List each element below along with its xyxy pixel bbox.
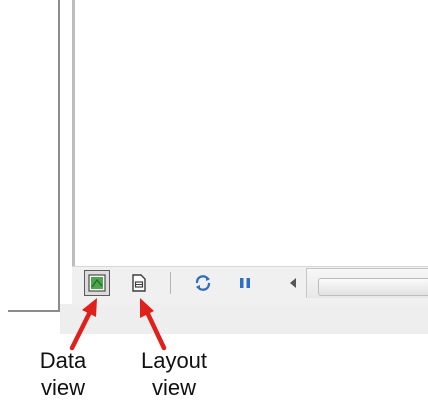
- toolbar-separator: [170, 272, 171, 294]
- data-view-button[interactable]: [84, 270, 110, 296]
- toc-pane-border: [58, 0, 60, 312]
- pause-icon: [240, 278, 250, 288]
- data-view-caption-line2: view: [40, 375, 85, 400]
- layout-view-button[interactable]: [126, 270, 152, 296]
- toc-pane-bottom-border: [8, 310, 60, 312]
- layout-view-icon: [132, 274, 146, 292]
- layout-view-caption-line1: Layout: [140, 348, 208, 373]
- layout-view-arrow: [140, 298, 167, 351]
- map-display-area[interactable]: [75, 0, 428, 266]
- scroll-left-button[interactable]: [280, 270, 306, 296]
- data-view-caption: Data view: [28, 347, 98, 401]
- refresh-icon: [195, 275, 211, 291]
- status-bar: [60, 304, 428, 334]
- triangle-left-icon: [290, 278, 296, 288]
- layout-view-caption-line2: view: [151, 375, 196, 400]
- arcmap-window-fragment: Data view Layout view: [0, 0, 428, 407]
- data-view-arrow: [69, 298, 97, 351]
- data-view-icon: [88, 274, 106, 292]
- layout-view-caption: Layout view: [126, 347, 222, 401]
- horizontal-scrollbar-thumb[interactable]: [318, 278, 428, 296]
- data-view-caption-line1: Data: [39, 348, 87, 373]
- refresh-button[interactable]: [190, 270, 216, 296]
- pause-drawing-button[interactable]: [232, 270, 258, 296]
